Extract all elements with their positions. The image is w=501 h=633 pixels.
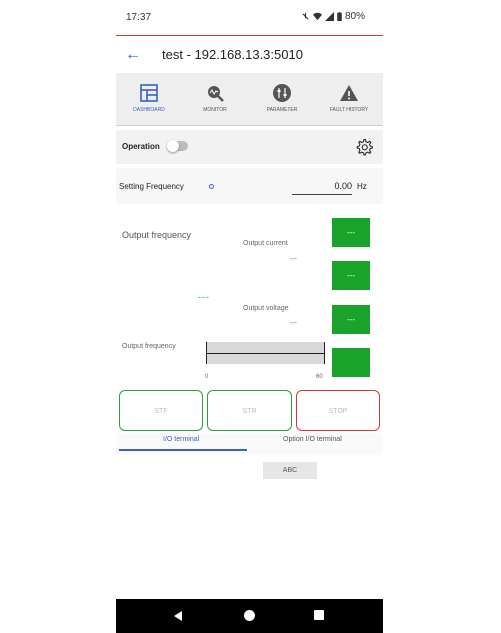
- phone-screen: 17:37 80% ← test - 192.168.13.3:5010 Das…: [116, 0, 383, 633]
- tab-option-io-terminal[interactable]: Option I/O terminal: [283, 436, 342, 443]
- status-box: [332, 348, 370, 377]
- output-voltage-value: ---: [290, 320, 297, 327]
- nav-home-icon[interactable]: [244, 610, 255, 621]
- status-box: ---: [332, 218, 370, 247]
- battery-icon: [337, 12, 342, 21]
- app-bar: ← test - 192.168.13.3:5010: [116, 35, 383, 74]
- output-frequency-value: ---: [198, 292, 210, 302]
- active-tab-indicator: [119, 449, 247, 451]
- tab-monitor[interactable]: Monitor: [182, 73, 248, 125]
- bar-line: [207, 353, 324, 354]
- wifi-icon: [312, 12, 322, 21]
- output-current-label: Output current: [243, 240, 288, 247]
- page-title: test - 192.168.13.3:5010: [162, 47, 303, 62]
- nav-recents-icon[interactable]: [314, 610, 324, 620]
- status-box: ---: [332, 305, 370, 334]
- mute-icon: [302, 12, 309, 20]
- warning-icon: [340, 85, 358, 101]
- tab-io-terminal[interactable]: I/O terminal: [163, 436, 199, 443]
- back-arrow-icon[interactable]: ←: [125, 46, 141, 64]
- terminal-tabs: [116, 433, 383, 455]
- output-frequency-title: Output frequency: [122, 230, 192, 240]
- abc-indicator: ABC: [263, 462, 317, 479]
- stf-button[interactable]: STF: [119, 390, 203, 431]
- operation-label: Operation: [122, 142, 160, 151]
- status-bar: 17:37 80%: [116, 0, 383, 34]
- status-box: ---: [332, 261, 370, 290]
- output-frequency-bar: [206, 342, 325, 364]
- status-time: 17:37: [126, 12, 152, 23]
- setting-frequency-input[interactable]: 0.00: [292, 178, 352, 195]
- gear-icon[interactable]: [355, 138, 373, 156]
- tab-dashboard[interactable]: Dashboard: [116, 73, 182, 125]
- signal-icon: [324, 12, 334, 21]
- setting-frequency-label: Setting Frequency: [119, 182, 184, 191]
- bar-max-label: 60: [316, 374, 323, 380]
- system-nav-bar: [116, 599, 383, 633]
- nav-back-icon[interactable]: [174, 611, 182, 621]
- tab-label: Dashboard: [133, 107, 165, 113]
- tab-bar: Dashboard Monitor Parameter: [116, 73, 383, 126]
- setting-frequency-unit: Hz: [357, 182, 367, 191]
- str-button[interactable]: STR: [207, 390, 292, 431]
- stop-button[interactable]: STOP: [296, 390, 380, 431]
- toggle-knob: [167, 140, 179, 152]
- bar-label: Output frequency: [122, 343, 176, 350]
- bar-min-label: 0: [205, 374, 209, 380]
- status-icons: 80%: [301, 11, 365, 22]
- operation-toggle[interactable]: [167, 140, 188, 152]
- operation-bar: Operation: [116, 130, 383, 164]
- output-voltage-label: Output voltage: [243, 305, 289, 312]
- tab-label: Parameter: [266, 107, 298, 113]
- tab-label: Monitor: [203, 107, 227, 113]
- output-current-value: ---: [290, 256, 297, 263]
- setting-indicator-icon: [209, 184, 214, 189]
- setting-frequency-row: Setting Frequency 0.00 Hz: [116, 168, 383, 204]
- parameter-icon: [273, 84, 291, 102]
- tab-fault-history[interactable]: Fault history: [316, 73, 382, 125]
- tab-label: Fault history: [329, 107, 369, 113]
- dashboard-icon: [140, 84, 158, 102]
- monitor-icon: [208, 86, 224, 102]
- battery-percent: 80%: [344, 11, 365, 22]
- tab-parameter[interactable]: Parameter: [249, 73, 315, 125]
